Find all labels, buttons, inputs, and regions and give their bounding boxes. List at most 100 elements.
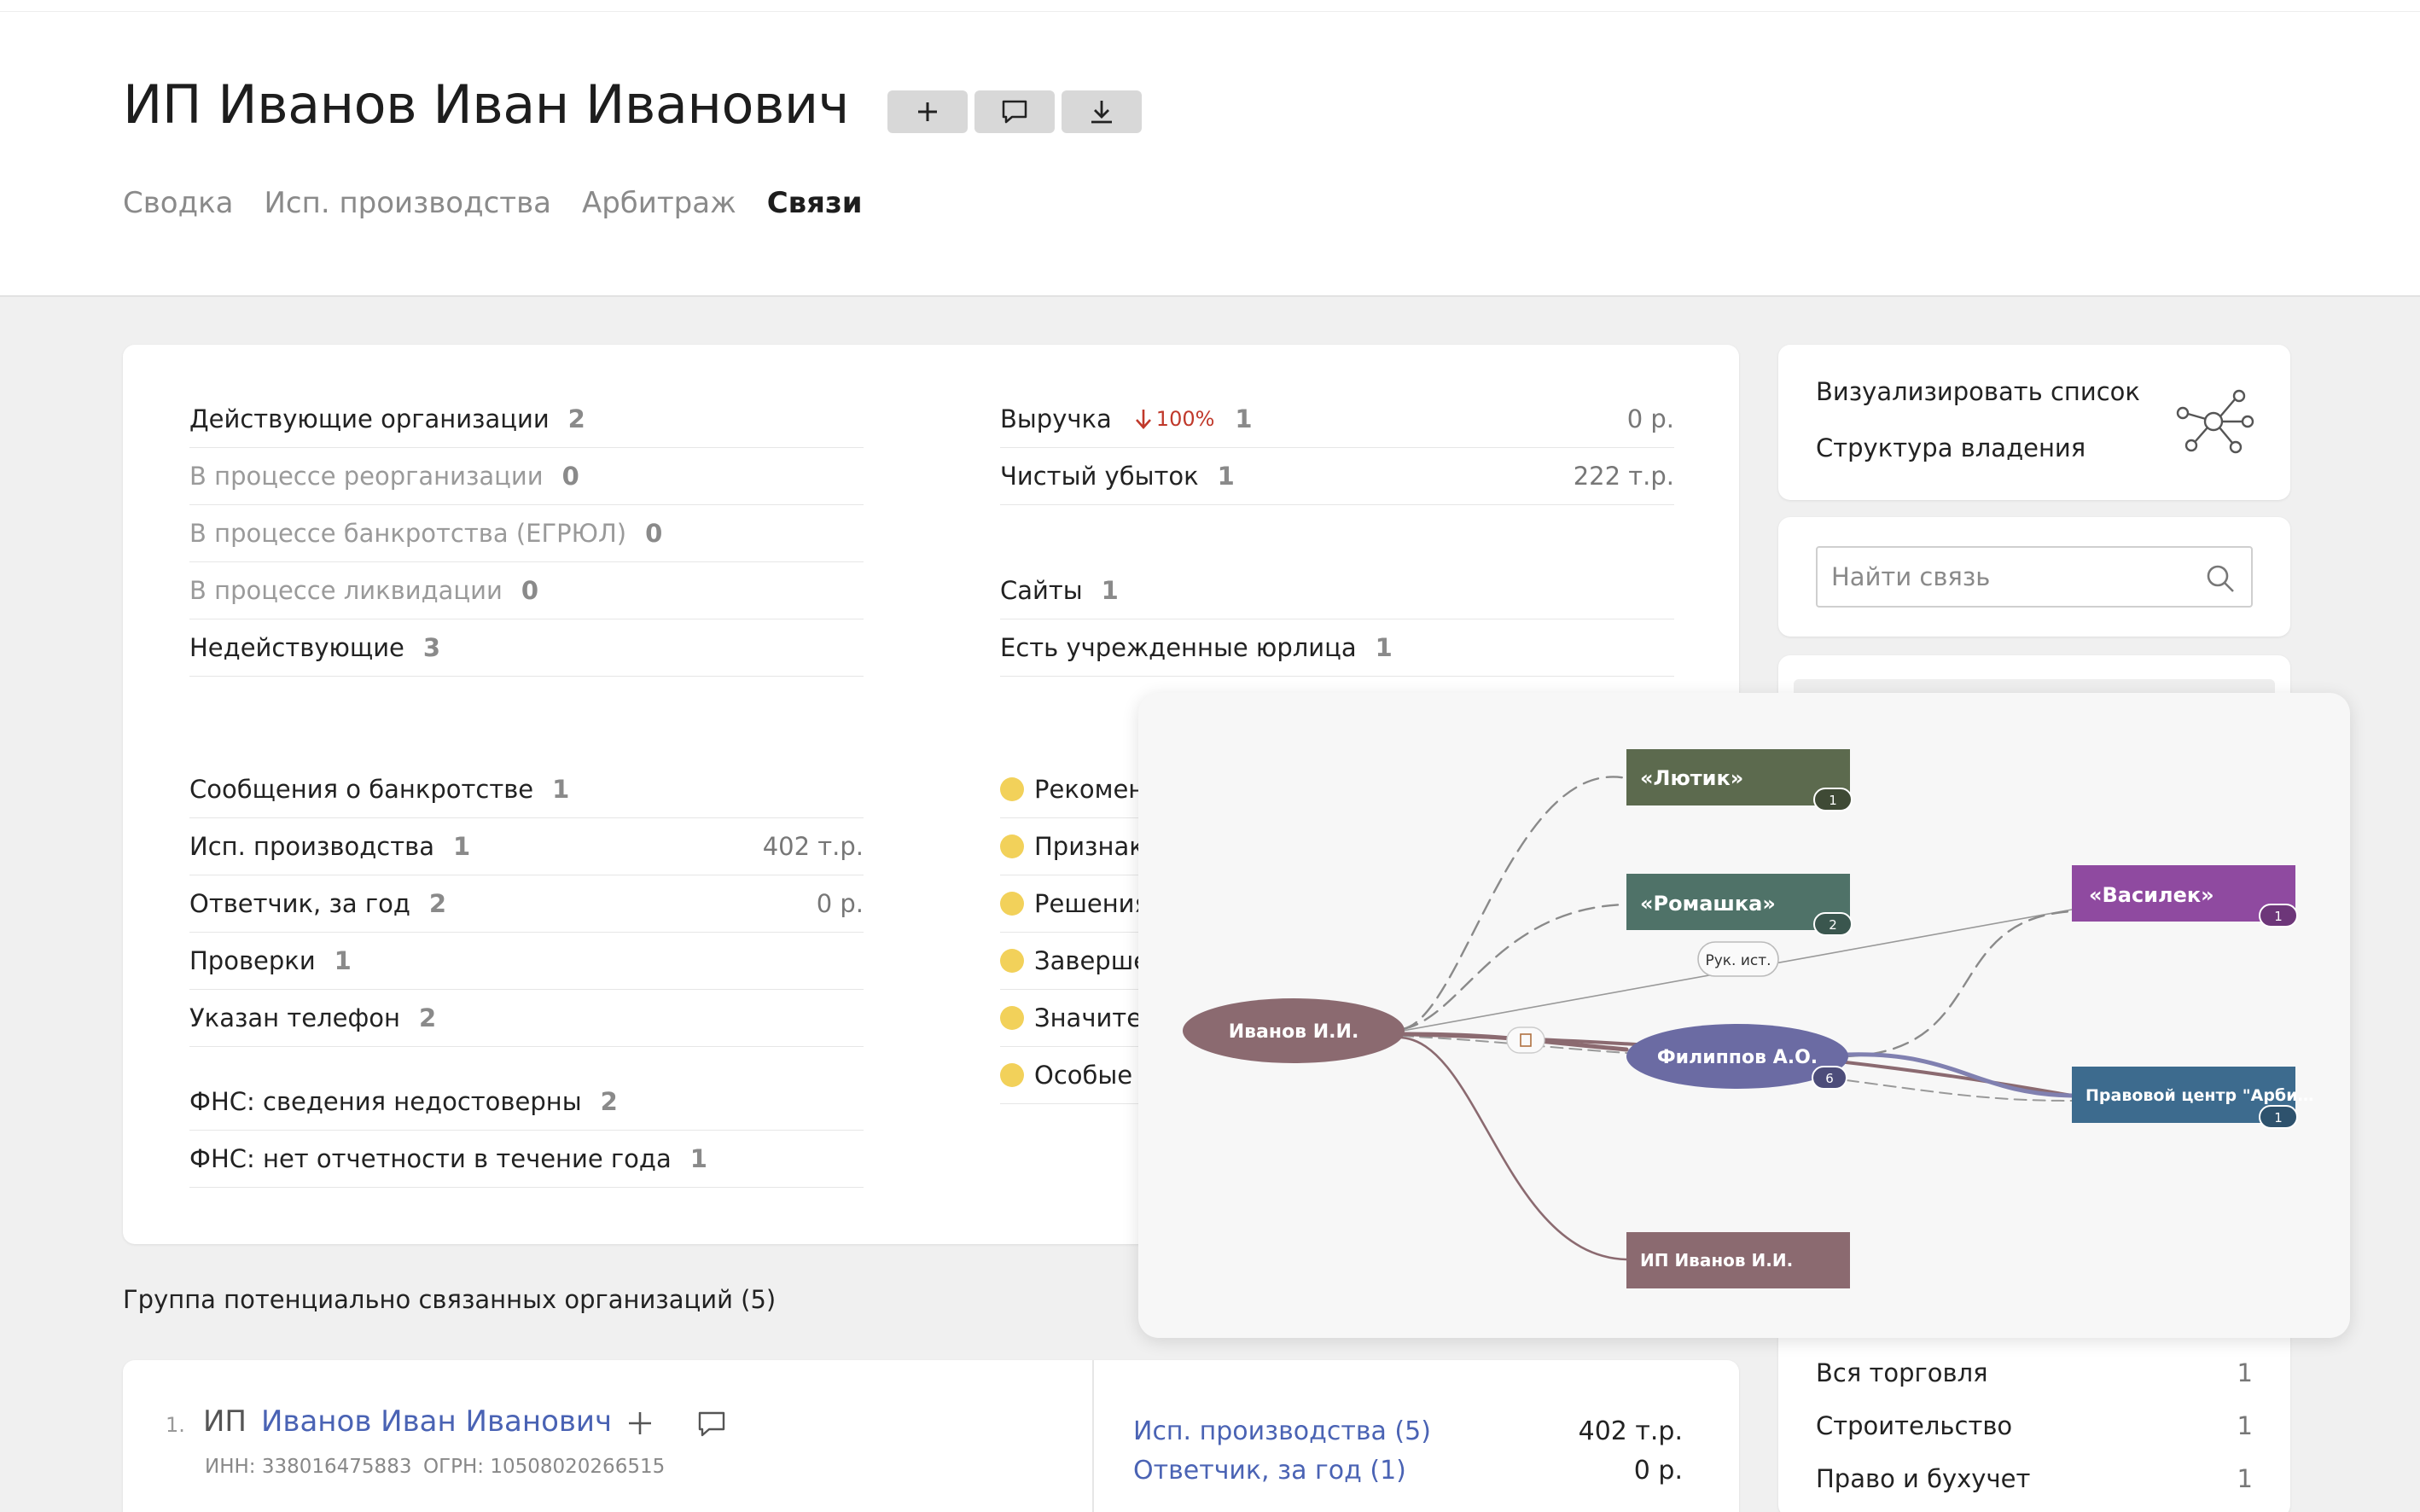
flag-label: Признак	[1034, 832, 1144, 861]
comment-button[interactable]	[974, 90, 1055, 133]
stat-row[interactable]: Сообщения о банкротстве 1	[189, 761, 864, 818]
ownership-structure-link[interactable]: Структура владения	[1816, 433, 2086, 462]
visualize-card: Визуализировать список Структура владени…	[1778, 345, 2290, 500]
search-input[interactable]	[1818, 548, 2193, 606]
tab-arbitration[interactable]: Арбитраж	[582, 186, 736, 220]
node-lyutik-badge-count: 1	[1829, 793, 1837, 808]
node-filippov-label: Филиппов А.О.	[1657, 1047, 1818, 1068]
flag-dot	[1000, 1063, 1024, 1087]
stat-value: 402 т.р.	[762, 832, 864, 861]
stat-label: Указан телефон	[189, 1003, 400, 1032]
flag-dot	[1000, 892, 1024, 916]
stat-spacer	[1000, 505, 1674, 562]
edge-label-badge: Рук. ист.	[1697, 941, 1779, 977]
search-icon[interactable]	[2205, 563, 2236, 594]
flag-label: Рекомен	[1034, 775, 1145, 804]
stat-count: 0	[645, 519, 663, 548]
stat-label: ФНС: сведения недостоверны	[189, 1087, 582, 1116]
enforcement-value: 402 т.р.	[1578, 1416, 1683, 1446]
node-romashka-badge-count: 2	[1829, 917, 1837, 933]
flag-dot	[1000, 949, 1024, 973]
stat-row[interactable]: Действующие организации 2	[189, 391, 864, 448]
stat-count: 1	[1235, 404, 1253, 433]
stat-count: 0	[561, 462, 579, 491]
node-lyutik-label: «Лютик»	[1640, 766, 1743, 790]
stat-label: Сайты	[1000, 576, 1083, 605]
stat-row[interactable]: ФНС: нет отчетности в течение года 1	[189, 1131, 864, 1188]
stat-value: 0 р.	[1626, 404, 1674, 433]
stat-label: Проверки	[189, 946, 316, 975]
search-field[interactable]	[1816, 546, 2253, 608]
visualize-list-link[interactable]: Визуализировать список	[1816, 377, 2140, 406]
stat-count: 2	[567, 404, 585, 433]
stat-count: 0	[521, 576, 539, 605]
stat-row[interactable]: Недействующие 3	[189, 619, 864, 677]
tab-enforcement[interactable]: Исп. производства	[264, 186, 550, 220]
tab-summary[interactable]: Сводка	[123, 186, 233, 220]
node-ip-ivanov-label: ИП Иванов И.И.	[1640, 1250, 1793, 1271]
stat-count: 2	[428, 889, 447, 918]
risk-stats: Сообщения о банкротстве 1 Исп. производст…	[189, 761, 864, 1047]
stat-count: 1	[689, 1144, 707, 1173]
stat-label: Выручка	[1000, 404, 1112, 433]
finance-stats: Выручка 100% 1 0 р. Чистый убыток 1 222 т.…	[1000, 391, 1674, 677]
trend-badge: 100%	[1134, 407, 1215, 431]
stat-value: 0 р.	[816, 889, 864, 918]
stat-count: 3	[422, 633, 441, 662]
network-graph-icon[interactable]	[2173, 387, 2254, 456]
download-button[interactable]	[1062, 90, 1142, 133]
stat-row[interactable]: В процессе реорганизации 0	[189, 448, 864, 505]
arrow-down-icon	[1135, 410, 1151, 429]
filter-row[interactable]: Право и бухучет 1	[1816, 1464, 2253, 1493]
filter-count: 1	[2237, 1411, 2253, 1440]
stat-row[interactable]: Ответчик, за год 2 0 р.	[189, 875, 864, 933]
stat-row[interactable]: В процессе банкротства (ЕГРЮЛ) 0	[189, 505, 864, 562]
filter-count: 1	[2237, 1464, 2253, 1493]
stat-row[interactable]: В процессе ликвидации 0	[189, 562, 864, 619]
item-prefix: ИП	[203, 1404, 247, 1439]
item-index: 1.	[166, 1413, 185, 1437]
node-pravo-label: Правовой центр "Арби…	[2086, 1086, 2314, 1105]
item-inn: ИНН: 338016475883	[205, 1456, 412, 1478]
stat-label: Есть учрежденные юрлица	[1000, 633, 1357, 662]
stat-count: 1	[1375, 633, 1393, 662]
stat-row[interactable]: ФНС: сведения недостоверны 2	[189, 1073, 864, 1131]
filter-label: Строительство	[1816, 1411, 2013, 1440]
item-name-link[interactable]: Иванов Иван Иванович	[261, 1404, 612, 1439]
tax-stats: ФНС: сведения недостоверны 2 ФНС: нет отч…	[189, 1073, 864, 1188]
status-stats: Действующие организации 2 В процессе реор…	[189, 391, 864, 677]
comment-icon[interactable]	[696, 1410, 727, 1439]
stat-row[interactable]: Исп. производства 1 402 т.р.	[189, 818, 864, 875]
stat-value: 222 т.р.	[1573, 462, 1674, 491]
stat-label: Сообщения о банкротстве	[189, 775, 534, 804]
trend-value: 100%	[1155, 407, 1215, 431]
edge-label: Рук. ист.	[1705, 952, 1771, 969]
filter-label: Вся торговля	[1816, 1358, 1988, 1387]
group-item-card: 1. ИП Иванов Иван Иванович ИНН: 33801647…	[123, 1360, 1739, 1512]
stat-label: Недействующие	[189, 633, 404, 662]
stat-row[interactable]: Выручка 100% 1 0 р.	[1000, 391, 1674, 448]
stat-row[interactable]: Сайты 1	[1000, 562, 1674, 619]
stat-label: Ответчик, за год	[189, 889, 410, 918]
stat-row[interactable]: Чистый убыток 1 222 т.р.	[1000, 448, 1674, 505]
stat-label: Действующие организации	[189, 404, 550, 433]
stat-label: ФНС: нет отчетности в течение года	[189, 1144, 672, 1173]
group-section-title: Группа потенциально связанных организаци…	[123, 1285, 777, 1314]
stat-row[interactable]: Проверки 1	[189, 933, 864, 990]
defendant-link[interactable]: Ответчик, за год (1)	[1133, 1456, 1406, 1486]
relations-graph-popup: Рук. ист. Иванов И.И. Филиппов А.О. 6 «Л…	[1138, 693, 2350, 1338]
tab-bar: Сводка Исп. производства Арбитраж Связи	[123, 186, 863, 220]
stat-row[interactable]: Указан телефон 2	[189, 990, 864, 1047]
filter-row[interactable]: Строительство 1	[1816, 1411, 2253, 1440]
add-button[interactable]	[887, 90, 968, 133]
relations-graph[interactable]: Рук. ист. Иванов И.И. Филиппов А.О. 6 «Л…	[1138, 693, 2350, 1338]
plus-icon[interactable]	[626, 1410, 654, 1437]
building-icon	[1506, 1026, 1545, 1054]
stat-count: 1	[552, 775, 570, 804]
stat-row[interactable]: Есть учрежденные юрлица 1	[1000, 619, 1674, 677]
enforcement-link[interactable]: Исп. производства (5)	[1133, 1416, 1431, 1446]
tab-links[interactable]: Связи	[767, 186, 863, 220]
node-vasilek-badge-count: 1	[2274, 909, 2283, 924]
filter-row[interactable]: Вся торговля 1	[1816, 1358, 2253, 1387]
edge-ivanov-ip	[1399, 1036, 1628, 1261]
